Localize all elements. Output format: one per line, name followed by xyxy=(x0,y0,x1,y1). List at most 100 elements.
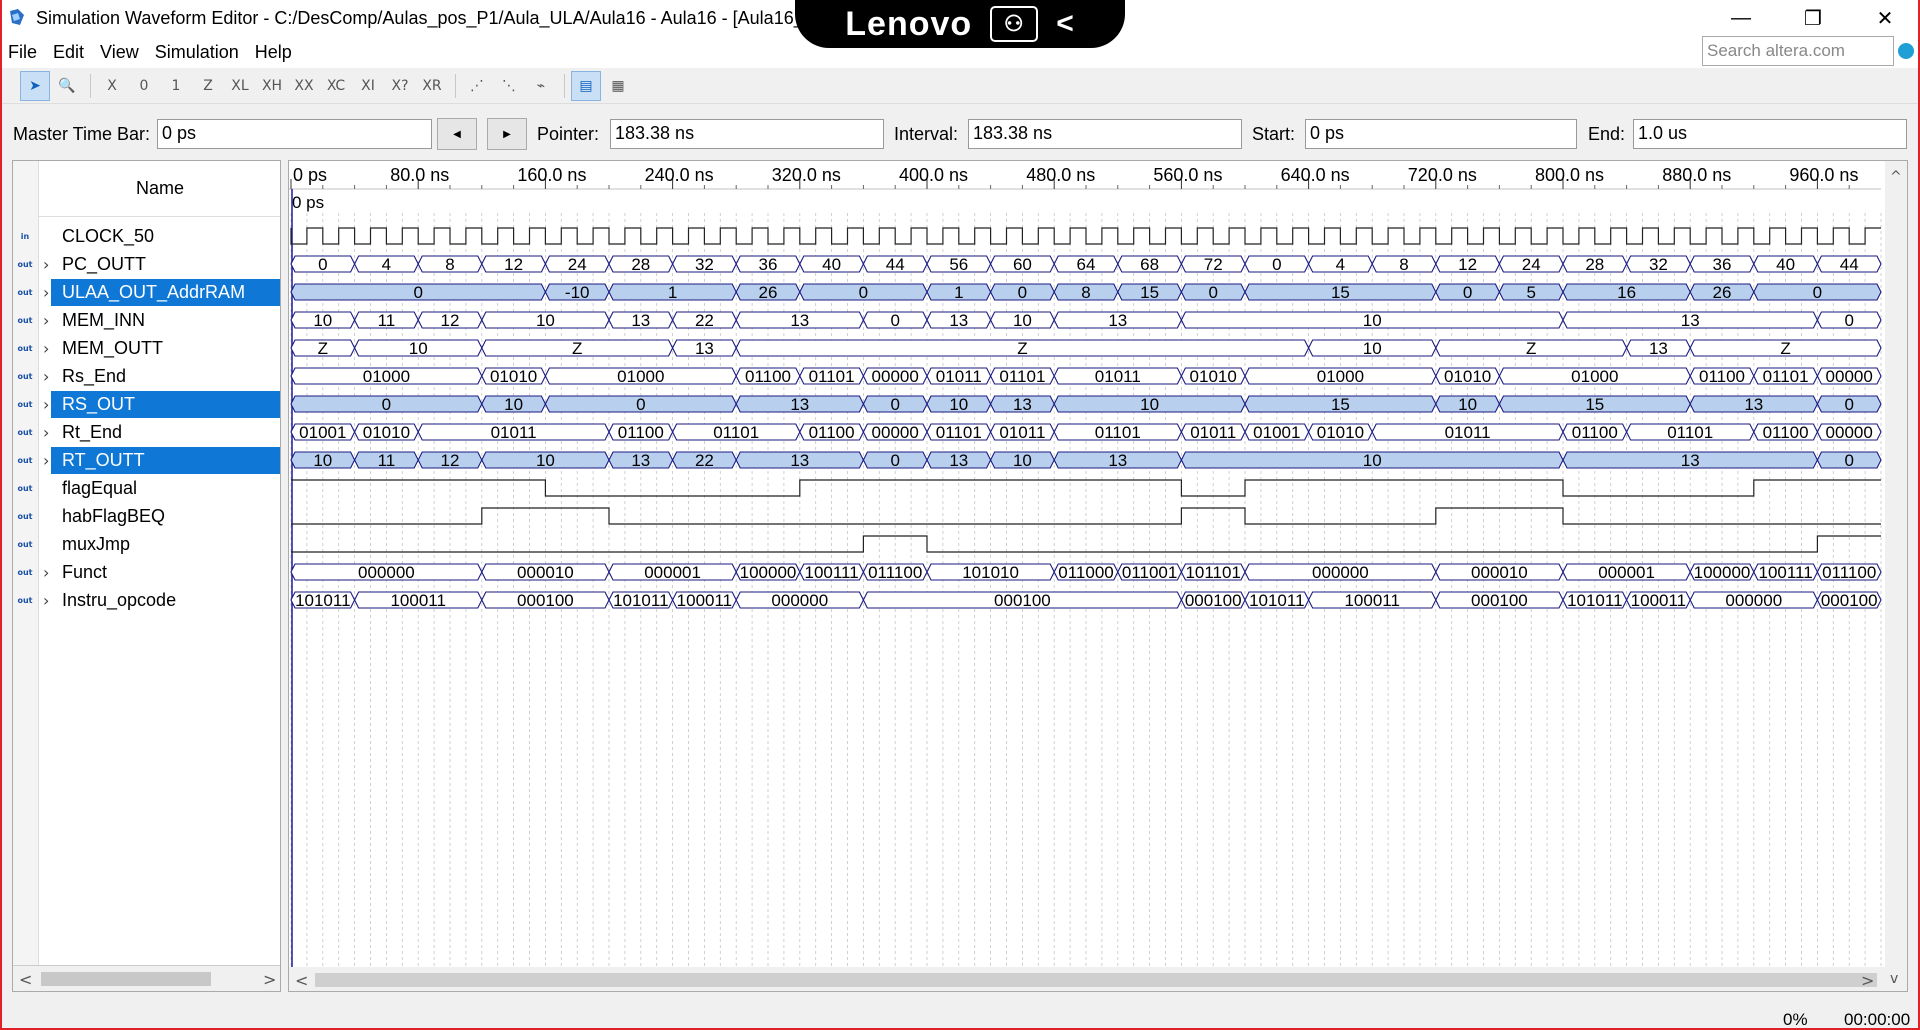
signal-row[interactable]: out › Rt_End xyxy=(13,418,280,446)
interval-field[interactable]: 183.38 ns xyxy=(968,119,1242,149)
bus-value: Z xyxy=(318,339,328,358)
wave-scroll-thumb[interactable] xyxy=(315,973,1877,987)
signal-row[interactable]: out › MEM_INN xyxy=(13,306,280,334)
high-impedance-tool-button[interactable]: Z xyxy=(193,71,223,101)
dont-care-tool-button[interactable]: XX xyxy=(289,71,319,101)
expand-chevron-icon[interactable]: › xyxy=(43,451,49,470)
name-horizontal-scrollbar[interactable]: < > xyxy=(13,965,280,991)
bus-value: 01000 xyxy=(617,367,664,386)
force-unknown-tool-button[interactable]: X xyxy=(97,71,127,101)
menu-edit[interactable]: Edit xyxy=(45,42,92,63)
signal-row[interactable]: out flagEqual xyxy=(13,474,280,502)
pointer-field[interactable]: 183.38 ns xyxy=(610,119,884,149)
grid-view-tool-button[interactable]: ▦ xyxy=(603,71,633,101)
signal-row[interactable]: out › Rs_End xyxy=(13,362,280,390)
signal-row[interactable]: out › ULAA_OUT_AddrRAM xyxy=(13,278,280,306)
start-label: Start: xyxy=(1252,123,1296,144)
menu-view[interactable]: View xyxy=(92,42,147,63)
scroll-right-icon[interactable]: > xyxy=(1861,971,1874,990)
pointer-tool-button[interactable]: ➤ xyxy=(20,70,50,101)
signal-row[interactable]: out › RT_OUTT xyxy=(13,446,280,474)
expand-chevron-icon[interactable]: › xyxy=(43,423,49,442)
output-pin-icon: out xyxy=(17,539,33,549)
signal-row[interactable]: out muxJmp xyxy=(13,530,280,558)
menu-file[interactable]: File xyxy=(0,42,45,63)
waveform-canvas[interactable]: 0 ps 80.0 ns 160.0 ns 240.0 ns 320.0 ns 400.0… xyxy=(289,161,1908,992)
bus-value: 10 xyxy=(1363,311,1382,330)
signal-name: habFlagBEQ xyxy=(62,505,166,526)
force-low-tool-button[interactable]: 0 xyxy=(129,71,159,101)
waveform-view-tool-button[interactable]: ▤ xyxy=(571,70,601,101)
minimize-button[interactable]: — xyxy=(1705,0,1777,36)
master-time-label: Master Time Bar: xyxy=(13,123,151,144)
bus-value: 01100 xyxy=(1572,423,1618,442)
bus-value: 000010 xyxy=(1471,563,1528,582)
back-icon[interactable]: < xyxy=(1056,7,1075,41)
menu-help[interactable]: Help xyxy=(247,42,300,63)
bus-value: 0 xyxy=(1844,395,1853,414)
force-high-tool-button[interactable]: 1 xyxy=(161,71,191,101)
bus-value: 000010 xyxy=(517,563,574,582)
expand-chevron-icon[interactable]: › xyxy=(43,563,49,582)
scroll-left-icon[interactable]: < xyxy=(295,971,308,990)
weak-high-tool-button[interactable]: XH xyxy=(257,71,287,101)
bus-value: 64 xyxy=(1077,255,1096,274)
search-go-icon[interactable] xyxy=(1898,43,1914,59)
expand-chevron-icon[interactable]: › xyxy=(43,395,49,414)
waveform-panel[interactable]: 0 ps 80.0 ns 160.0 ns 240.0 ns 320.0 ns 400.0… xyxy=(288,160,1908,992)
overwrite-tool-button[interactable]: ⌁ xyxy=(526,71,556,101)
name-column-header[interactable]: Name xyxy=(39,161,280,217)
bus-value: 40 xyxy=(1776,255,1795,274)
snap-grid-tool-button[interactable]: ⋰ xyxy=(462,71,492,101)
restore-button[interactable]: ❐ xyxy=(1777,0,1849,36)
menu-simulation[interactable]: Simulation xyxy=(147,42,247,63)
zoom-tool-button[interactable]: 🔍 xyxy=(52,71,82,101)
search-input[interactable]: Search altera.com xyxy=(1702,36,1894,66)
bus-value: 0 xyxy=(1844,451,1853,470)
wave-vertical-scrollbar[interactable] xyxy=(1885,161,1908,967)
lenovo-app-icon[interactable]: ⚇ xyxy=(990,6,1039,42)
close-button[interactable]: ✕ xyxy=(1849,0,1920,36)
expand-chevron-icon[interactable]: › xyxy=(43,367,49,386)
invert-tool-button[interactable]: XC xyxy=(321,71,351,101)
expand-chevron-icon[interactable]: › xyxy=(43,255,49,274)
bus-value: 00000 xyxy=(1826,423,1873,442)
signal-row[interactable]: out › MEM_OUTT xyxy=(13,334,280,362)
end-field[interactable]: 1.0 us xyxy=(1633,119,1907,149)
signal-row[interactable]: out › PC_OUTT xyxy=(13,250,280,278)
bus-value: 01100 xyxy=(1699,367,1745,386)
minimize-icon: — xyxy=(1731,6,1751,29)
signal-row[interactable]: out › RS_OUT xyxy=(13,390,280,418)
scroll-up-icon[interactable]: ^ xyxy=(1890,169,1902,185)
signal-row[interactable]: out › Funct xyxy=(13,558,280,586)
bus-value: 1 xyxy=(954,283,963,302)
ruler-tick-label: 480.0 ns xyxy=(1026,165,1095,185)
prev-transition-button[interactable]: ◀ xyxy=(437,118,477,150)
grid-tool-button[interactable]: ⋱ xyxy=(494,71,524,101)
bus-value: 000100 xyxy=(1471,591,1528,610)
name-scrollbar-graphic: < > xyxy=(19,970,276,989)
toolbar-separator xyxy=(455,73,456,98)
signal-row[interactable]: out habFlagBEQ xyxy=(13,502,280,530)
progress-status: 0% xyxy=(1783,1010,1808,1029)
random-value-tool-button[interactable]: XR xyxy=(417,71,447,101)
scroll-down-icon[interactable]: v xyxy=(1890,971,1898,987)
bus-value: 4 xyxy=(382,255,391,274)
expand-chevron-icon[interactable]: › xyxy=(43,311,49,330)
ruler-tick-label: 640.0 ns xyxy=(1281,165,1350,185)
start-field[interactable]: 0 ps xyxy=(1305,119,1577,149)
expand-chevron-icon[interactable]: › xyxy=(43,591,49,610)
weak-low-tool-button[interactable]: XL xyxy=(225,71,255,101)
bus-value: 8 xyxy=(1081,283,1090,302)
next-transition-button[interactable]: ▶ xyxy=(487,118,527,150)
bus-value: 0 xyxy=(1272,255,1281,274)
bus-value: 28 xyxy=(631,255,650,274)
expand-chevron-icon[interactable]: › xyxy=(43,339,49,358)
signal-row[interactable]: out › Instru_opcode xyxy=(13,586,280,614)
count-value-tool-button[interactable]: XI xyxy=(353,71,383,101)
expand-chevron-icon[interactable]: › xyxy=(43,283,49,302)
bus-value: 01011 xyxy=(491,423,537,442)
master-time-field[interactable]: 0 ps xyxy=(157,119,432,149)
signal-row[interactable]: in CLOCK_50 xyxy=(13,222,280,250)
arbitrary-value-tool-button[interactable]: X? xyxy=(385,71,415,101)
